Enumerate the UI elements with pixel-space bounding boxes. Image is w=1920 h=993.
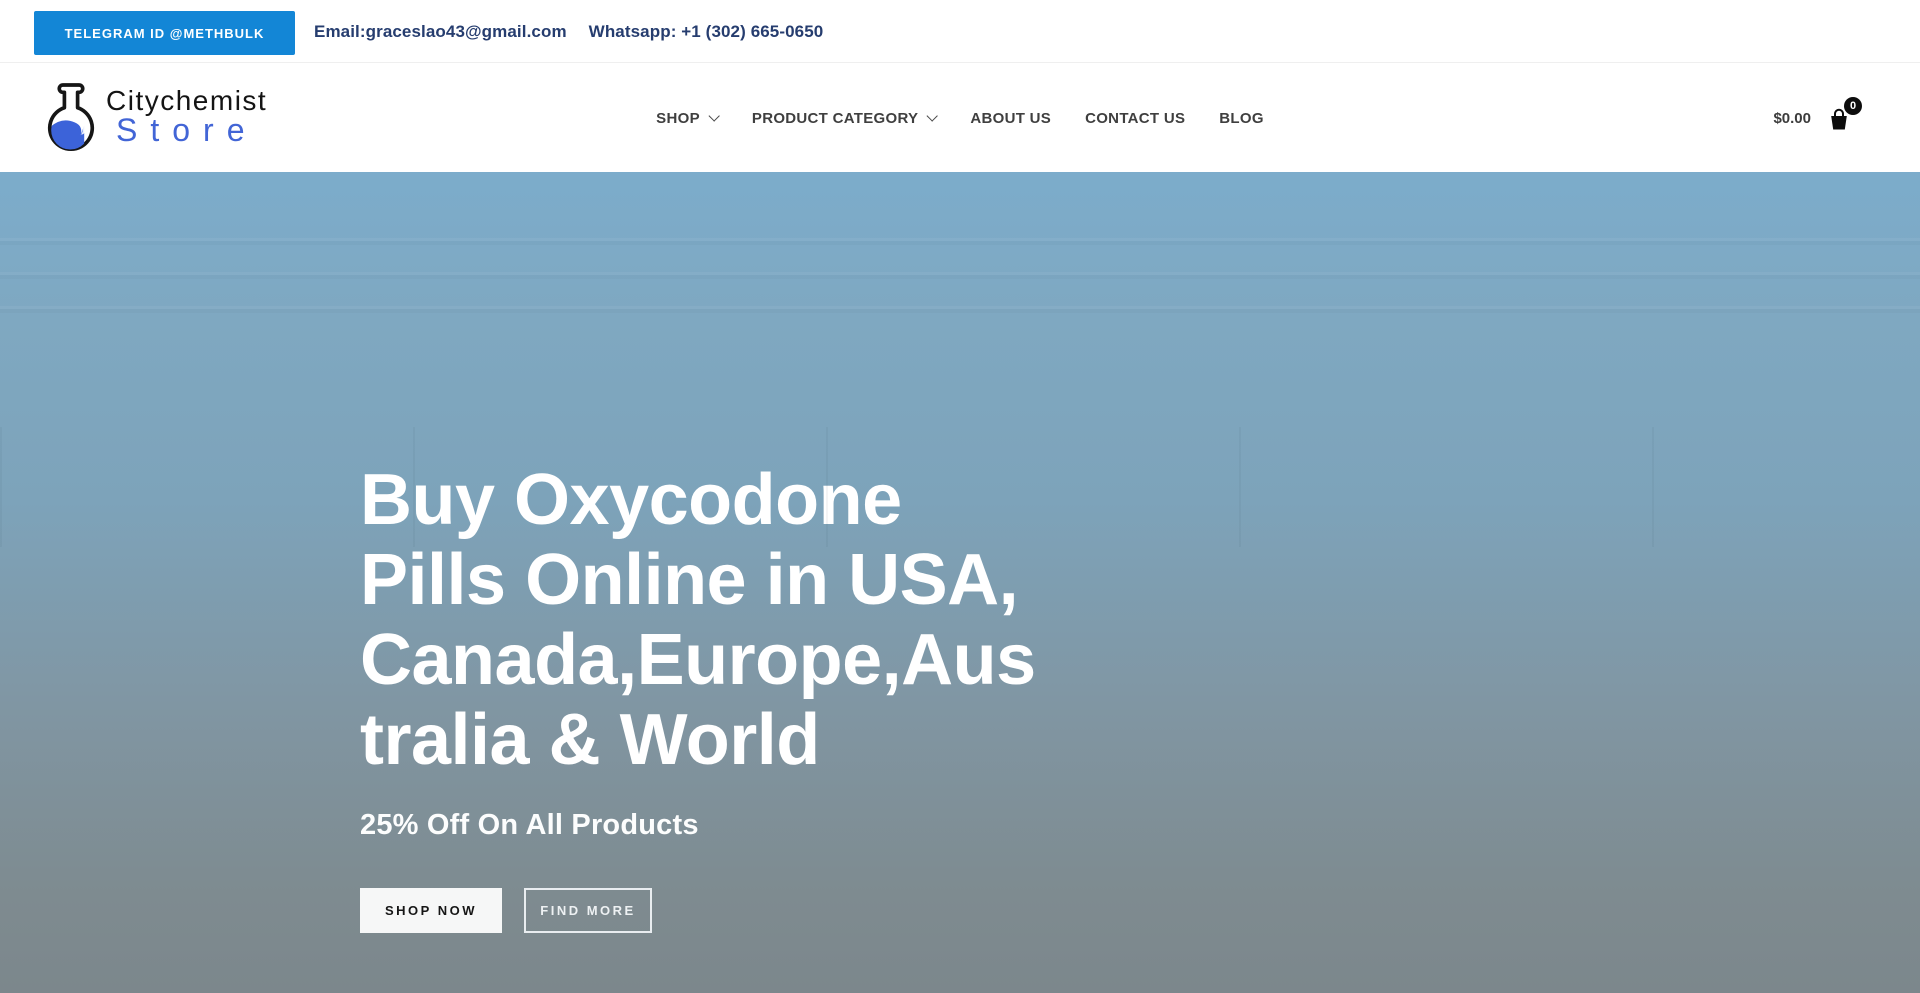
cart-count-badge: 0 (1844, 97, 1862, 115)
nav-item-contact-us[interactable]: CONTACT US (1085, 110, 1185, 127)
email-text: Email:graceslao43@gmail.com (314, 22, 567, 42)
nav-label: ABOUT US (970, 110, 1051, 127)
nav-item-about-us[interactable]: ABOUT US (970, 110, 1051, 127)
cart-widget[interactable]: $0.00 0 (1773, 64, 1852, 172)
flask-icon (38, 80, 104, 156)
site-header: Citychemist Store SHOP PRODUCT CATEGORY … (0, 64, 1920, 172)
hero-heading-line: Buy Oxycodone (360, 460, 1036, 540)
topbar: TELEGRAM ID @METHBULK Email:graceslao43@… (0, 0, 1920, 63)
hero-heading: Buy Oxycodone Pills Online in USA, Canad… (360, 460, 1036, 780)
nav-label: CONTACT US (1085, 110, 1185, 127)
logo-text: Citychemist Store (106, 86, 267, 146)
nav-label: SHOP (656, 110, 700, 127)
logo-name-bottom: Store (116, 114, 267, 146)
hero-banner: Buy Oxycodone Pills Online in USA, Canad… (0, 172, 1920, 993)
contact-info: Email:graceslao43@gmail.com Whatsapp: +1… (314, 0, 823, 63)
nav-item-blog[interactable]: BLOG (1219, 110, 1264, 127)
nav-label: BLOG (1219, 110, 1264, 127)
cart-total: $0.00 (1773, 110, 1811, 127)
site-logo[interactable]: Citychemist Store (38, 80, 267, 156)
page: TELEGRAM ID @METHBULK Email:graceslao43@… (0, 0, 1920, 993)
hero-subheading: 25% Off On All Products (360, 809, 699, 842)
nav-item-product-category[interactable]: PRODUCT CATEGORY (752, 110, 936, 127)
hero-heading-line: Pills Online in USA, (360, 540, 1036, 620)
shop-now-button[interactable]: SHOP NOW (360, 888, 502, 933)
shopping-bag-icon: 0 (1826, 106, 1852, 132)
telegram-button[interactable]: TELEGRAM ID @METHBULK (34, 11, 295, 55)
find-more-button[interactable]: FIND MORE (524, 888, 652, 933)
whatsapp-text: Whatsapp: +1 (302) 665-0650 (589, 22, 824, 42)
nav-label: PRODUCT CATEGORY (752, 110, 918, 127)
hero-buttons: SHOP NOW FIND MORE (360, 888, 652, 933)
chevron-down-icon (708, 110, 719, 121)
chevron-down-icon (927, 110, 938, 121)
hero-heading-line: tralia & World (360, 700, 1036, 780)
hero-heading-line: Canada,Europe,Aus (360, 620, 1036, 700)
nav-item-shop[interactable]: SHOP (656, 110, 718, 127)
main-nav: SHOP PRODUCT CATEGORY ABOUT US CONTACT U… (656, 64, 1264, 172)
